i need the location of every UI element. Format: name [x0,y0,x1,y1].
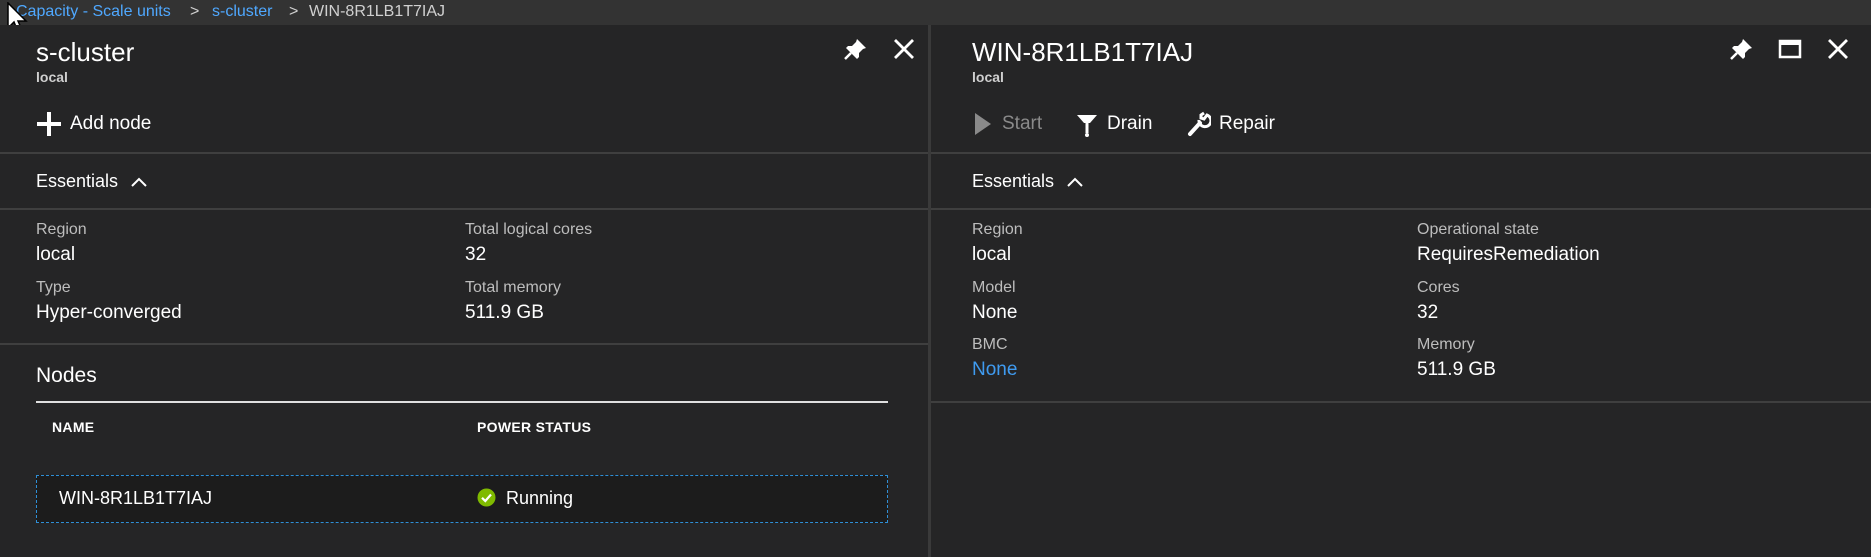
power-status-cell: Running [477,488,573,512]
play-icon [972,111,994,137]
pin-button[interactable] [1728,35,1756,63]
check-circle-icon [477,488,496,512]
blade-subtitle: local [36,69,68,85]
divider [0,152,928,154]
chevron-up-icon [130,176,148,188]
total-memory-label: Total memory [465,279,562,296]
drain-icon [1075,111,1099,137]
cores-value: 32 [1417,302,1439,323]
divider [0,208,928,210]
blade-subtitle: local [972,69,1004,85]
breadcrumb-item-capacity[interactable]: Capacity - Scale units [16,0,171,24]
total-cores-value: 32 [465,244,487,265]
add-node-label: Add node [70,113,152,134]
add-node-button[interactable]: Add node [36,111,151,137]
repair-label: Repair [1219,113,1275,134]
divider [931,208,1871,210]
pin-icon [844,39,866,60]
node-blade: WIN-8R1LB1T7IAJ local Start Drain Repair… [931,25,1871,557]
column-header-power-status[interactable]: POWER STATUS [477,419,591,435]
bmc-label: BMC [972,336,1008,353]
table-row[interactable]: WIN-8R1LB1T7IAJ Running [36,475,888,523]
cores-label: Cores [1417,279,1460,296]
nodes-title-underline [36,401,888,403]
close-button[interactable] [1824,35,1852,63]
region-value: local [972,244,1012,265]
essentials-label: Essentials [36,171,119,191]
chevron-up-icon [1066,176,1084,188]
maximize-icon [1778,39,1802,59]
essentials-toggle[interactable]: Essentials [972,171,1084,192]
divider [0,343,928,345]
region-label: Region [36,221,87,238]
memory-value: 511.9 GB [1417,359,1496,380]
total-memory-value: 511.9 GB [465,302,544,323]
plus-icon [36,111,62,137]
maximize-button[interactable] [1776,35,1804,63]
essentials-label: Essentials [972,171,1055,191]
cluster-blade: s-cluster local Add node Essentials Regi… [0,25,928,557]
type-value: Hyper-converged [36,302,182,323]
repair-button[interactable]: Repair [1187,111,1275,137]
breadcrumb-item-s-cluster[interactable]: s-cluster [212,0,272,24]
start-button[interactable]: Start [972,111,1042,137]
breadcrumb: Capacity - Scale units > s-cluster > WIN… [0,0,1871,25]
drain-label: Drain [1107,113,1153,134]
wrench-icon [1187,111,1211,137]
breadcrumb-separator: > [289,3,299,20]
model-value: None [972,302,1018,323]
pin-icon [1730,39,1752,60]
close-icon [1828,39,1848,59]
blade-title: s-cluster [36,37,135,67]
region-label: Region [972,221,1023,238]
blade-title: WIN-8R1LB1T7IAJ [972,37,1194,67]
operational-state-label: Operational state [1417,221,1539,238]
close-button[interactable] [890,35,918,63]
node-name-cell: WIN-8R1LB1T7IAJ [59,488,213,508]
nodes-section-title: Nodes [36,364,97,387]
total-cores-label: Total logical cores [465,221,593,238]
breadcrumb-separator: > [190,3,200,20]
model-label: Model [972,279,1016,296]
power-status-text: Running [506,488,574,508]
memory-label: Memory [1417,336,1475,353]
bmc-link[interactable]: None [972,359,1017,381]
divider [931,401,1871,403]
pin-button[interactable] [842,35,870,63]
drain-button[interactable]: Drain [1075,111,1152,137]
region-value: local [36,244,76,265]
column-header-name[interactable]: NAME [52,419,94,435]
close-icon [894,39,914,59]
operational-state-value: RequiresRemediation [1417,244,1600,265]
breadcrumb-current: WIN-8R1LB1T7IAJ [309,3,446,20]
start-label: Start [1002,113,1043,134]
type-label: Type [36,279,71,296]
essentials-toggle[interactable]: Essentials [36,171,148,192]
divider [931,152,1871,154]
